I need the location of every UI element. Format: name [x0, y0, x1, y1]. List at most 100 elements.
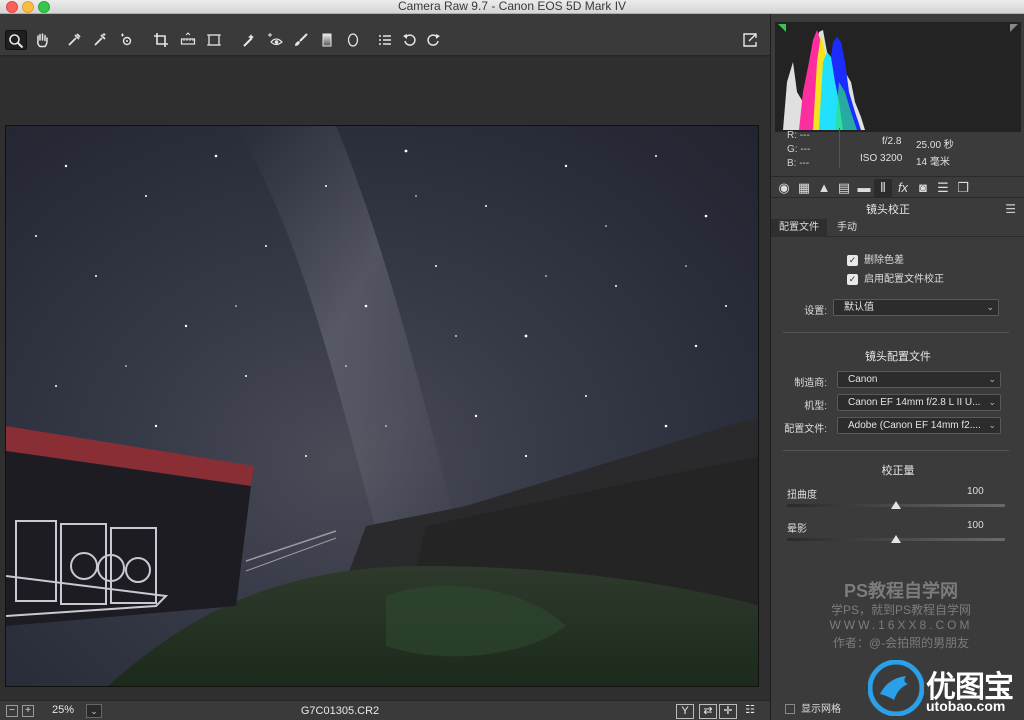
iso-value: ISO 3200 [860, 153, 903, 164]
make-value: Canon [848, 374, 878, 385]
targeted-adjustment-tool-button[interactable] [116, 30, 138, 50]
crop-tool-button[interactable] [150, 30, 172, 50]
basic-tab-icon[interactable]: ◉ [775, 179, 793, 197]
image-canvas[interactable] [0, 57, 770, 700]
before-after-toggle[interactable]: Y [676, 704, 694, 719]
transform-icon [207, 34, 221, 46]
remove-ca-checkbox[interactable]: ✓ [847, 254, 858, 266]
watermark-author: 作者：@-会拍照的男朋友 [832, 636, 970, 650]
status-bar: − + 25% ⌄ G7C01305.CR2 Y ⇄ ✛ ☷ [0, 700, 770, 720]
amount-title: 校正量 [881, 465, 915, 477]
setup-label: 设置: [804, 306, 827, 317]
highlight-clipping-warning-icon[interactable] [1010, 24, 1018, 32]
radial-filter-icon [347, 33, 359, 47]
detail-tab-icon[interactable]: ▲ [815, 179, 833, 197]
green-readout: G: --- [787, 144, 811, 155]
watermark-slogan: 学PS，就到PS教程自学网 [830, 603, 972, 617]
adjustment-panel: R: --- G: --- B: --- f/2.8 25.00 秒 ISO 3… [770, 14, 1024, 720]
section-divider [783, 332, 1009, 333]
remove-ca-label: 删除色差 [864, 255, 904, 266]
effects-tab-icon[interactable]: fx [894, 179, 912, 197]
transform-tool-button[interactable] [203, 30, 225, 50]
lens-corrections-tab-icon[interactable]: ⦀ [874, 179, 892, 197]
rotate-left-icon [403, 34, 416, 46]
file-name: G7C01305.CR2 [300, 705, 380, 717]
red-eye-icon [268, 33, 283, 46]
swap-settings-button[interactable]: ⇄ [699, 704, 717, 719]
panel-tabs: ◉ ▦ ▲ ▤ ▬ ⦀ fx ◙ ☰ ❐ [771, 176, 1024, 198]
straighten-tool-button[interactable] [177, 30, 199, 50]
rotate-left-button[interactable] [399, 30, 421, 50]
camera-calibration-tab-icon[interactable]: ◙ [914, 179, 932, 197]
shutter-value: 25.00 秒 [916, 140, 954, 151]
setup-select[interactable]: 默认值 ⌄ [833, 299, 999, 316]
enable-profile-checkbox-row[interactable]: ✓ 启用配置文件校正 [847, 270, 944, 285]
enable-profile-label: 启用配置文件校正 [864, 274, 944, 285]
model-select[interactable]: Canon EF 14mm f/2.8 L II U... ⌄ [837, 394, 1001, 411]
distortion-label: 扭曲度 [787, 490, 817, 501]
show-grid-row[interactable]: 显示网格 [785, 700, 841, 715]
hand-tool-button[interactable] [31, 30, 53, 50]
show-grid-checkbox[interactable] [785, 704, 795, 715]
open-in-photoshop-button[interactable] [739, 30, 761, 50]
radial-filter-tool-button[interactable] [342, 30, 364, 50]
adjustment-brush-tool-button[interactable] [290, 30, 312, 50]
lens-profile-title: 镜头配置文件 [865, 351, 931, 363]
profile-value: Adobe (Canon EF 14mm f2.... [848, 420, 981, 431]
histogram [775, 22, 1021, 132]
eyedropper-icon [68, 33, 81, 46]
chevron-down-icon: ⌄ [988, 397, 996, 407]
brush-icon [295, 33, 308, 46]
remove-ca-checkbox-row[interactable]: ✓ 删除色差 [847, 251, 904, 266]
chevron-down-icon: ⌄ [988, 420, 996, 430]
tab-profile[interactable]: 配置文件 [771, 219, 827, 237]
zoom-tool-button[interactable] [5, 30, 27, 50]
profile-select[interactable]: Adobe (Canon EF 14mm f2.... ⌄ [837, 417, 1001, 434]
view-settings-button[interactable]: ☷ [741, 704, 759, 719]
vignetting-value[interactable]: 100 [967, 520, 984, 531]
hand-icon [37, 33, 48, 48]
distortion-value[interactable]: 100 [967, 486, 984, 497]
make-select[interactable]: Canon ⌄ [837, 371, 1001, 388]
histogram-graph [778, 24, 1018, 130]
focal-length-value: 14 毫米 [916, 157, 950, 168]
toolbar [0, 14, 770, 56]
chevron-down-icon: ⌄ [988, 374, 996, 384]
chevron-down-icon: ⌄ [986, 302, 994, 312]
profile-label: 配置文件: [784, 424, 827, 435]
rotate-right-icon [427, 34, 440, 46]
aperture-value: f/2.8 [882, 136, 902, 147]
red-eye-tool-button[interactable] [264, 30, 286, 50]
snapshots-tab-icon[interactable]: ❐ [954, 179, 972, 197]
copy-settings-button[interactable]: ✛ [719, 704, 737, 719]
tone-curve-tab-icon[interactable]: ▦ [795, 179, 813, 197]
hsl-tab-icon[interactable]: ▤ [835, 179, 853, 197]
presets-tab-icon[interactable]: ☰ [934, 179, 952, 197]
enable-profile-checkbox[interactable]: ✓ [847, 273, 858, 285]
tab-manual[interactable]: 手动 [829, 219, 865, 237]
preferences-button[interactable] [374, 30, 396, 50]
shadow-clipping-warning-icon[interactable] [778, 24, 786, 32]
spot-removal-tool-button[interactable] [238, 30, 260, 50]
vignetting-slider-handle[interactable] [891, 535, 901, 543]
red-readout: R: --- [787, 130, 810, 141]
graduated-filter-icon [322, 33, 332, 47]
color-sampler-tool-button[interactable] [89, 30, 111, 50]
photo-preview[interactable] [5, 125, 759, 687]
panel-menu-icon[interactable]: ☰ [1005, 202, 1016, 216]
rotate-right-button[interactable] [422, 30, 444, 50]
make-label: 制造商: [794, 378, 827, 389]
watermark-url: WWW.16XX8.COM [829, 618, 973, 632]
window-title: Camera Raw 9.7 - Canon EOS 5D Mark IV [397, 0, 627, 13]
distortion-slider-handle[interactable] [891, 501, 901, 509]
split-toning-tab-icon[interactable]: ▬ [855, 179, 873, 197]
color-sampler-icon [94, 33, 106, 46]
title-bar: Camera Raw 9.7 - Canon EOS 5D Mark IV [0, 0, 1024, 14]
graduated-filter-tool-button[interactable] [316, 30, 338, 50]
spot-removal-icon [243, 34, 254, 47]
blue-readout: B: --- [787, 158, 810, 169]
list-icon [379, 35, 391, 45]
white-balance-tool-button[interactable] [63, 30, 85, 50]
pixel-info: R: --- G: --- B: --- f/2.8 25.00 秒 ISO 3… [781, 128, 1021, 172]
bird-logo-icon [867, 659, 925, 717]
